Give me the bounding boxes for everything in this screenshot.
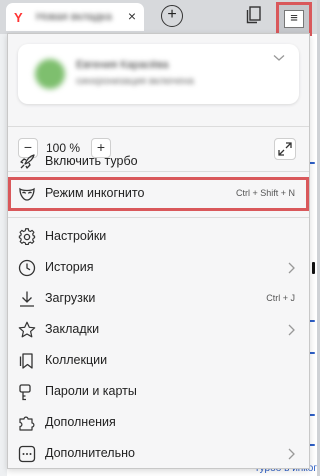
menu-item-label: Режим инкогнито — [45, 186, 145, 200]
menu-item-history[interactable]: История — [8, 253, 309, 283]
browser-tab[interactable]: Y Новая вкладка × — [6, 3, 144, 31]
menu-item-label: Закладки — [45, 322, 100, 336]
bookmarks-panel-icon[interactable] — [246, 6, 262, 24]
menu-item-bookmarks[interactable]: Закладки — [8, 315, 309, 345]
gear-icon — [17, 227, 37, 247]
chevron-right-icon — [284, 261, 298, 275]
chevron-right-icon — [284, 447, 298, 461]
menu-item-label: Включить турбо — [45, 154, 138, 168]
new-tab-button[interactable]: + — [161, 5, 183, 27]
tab-bar: Y Новая вкладка × + ≡ — [0, 0, 317, 36]
menu-button-highlight: ≡ — [276, 2, 312, 36]
menu-item-settings[interactable]: Настройки — [8, 222, 309, 252]
star-icon — [17, 320, 37, 340]
more-icon — [17, 444, 37, 464]
incognito-mask-icon — [17, 184, 37, 204]
divider — [8, 217, 309, 218]
menu-item-passwords[interactable]: Пароли и карты — [8, 377, 309, 407]
profile-subtitle: синхронизация включена — [76, 76, 194, 87]
tab-close-icon[interactable]: × — [128, 8, 136, 24]
yandex-favicon-icon: Y — [14, 10, 23, 25]
chevron-down-icon[interactable] — [273, 54, 285, 65]
hamburger-menu-icon[interactable]: ≡ — [284, 10, 304, 28]
download-icon — [17, 289, 37, 309]
menu-item-label: Пароли и карты — [45, 384, 137, 398]
collections-icon — [17, 351, 37, 371]
avatar — [35, 59, 65, 89]
keyboard-shortcut: Ctrl + J — [266, 293, 295, 303]
background-text-fragment — [312, 262, 315, 274]
menu-item-downloads[interactable]: Загрузки Ctrl + J — [8, 284, 309, 314]
menu-item-label: Настройки — [45, 229, 107, 243]
key-icon — [17, 382, 37, 402]
menu-item-label: Дополнения — [45, 415, 116, 429]
menu-item-turbo[interactable]: Включить турбо — [8, 147, 309, 177]
menu-item-more[interactable]: Дополнительно — [8, 439, 309, 469]
menu-item-label: Загрузки — [45, 291, 96, 305]
clock-icon — [17, 258, 37, 278]
divider — [8, 126, 309, 127]
keyboard-shortcut: Ctrl + Shift + N — [235, 188, 295, 198]
puzzle-icon — [17, 413, 37, 433]
profile-name: Евгения Карасёва — [76, 59, 169, 71]
chevron-right-icon — [284, 323, 298, 337]
menu-item-collections[interactable]: Коллекции — [8, 346, 309, 376]
main-menu: Евгения Карасёва синхронизация включена … — [7, 33, 310, 469]
profile-card[interactable]: Евгения Карасёва синхронизация включена — [18, 44, 299, 104]
menu-item-addons[interactable]: Дополнения — [8, 408, 309, 438]
tab-title: Новая вкладка — [36, 11, 112, 23]
menu-item-label: Коллекции — [45, 353, 108, 367]
rocket-icon — [17, 152, 37, 172]
background-left-strip — [0, 34, 7, 476]
menu-item-incognito[interactable]: Режим инкогнито Ctrl + Shift + N — [8, 179, 309, 209]
menu-item-label: Дополнительно — [45, 446, 135, 460]
menu-item-label: История — [45, 260, 94, 274]
